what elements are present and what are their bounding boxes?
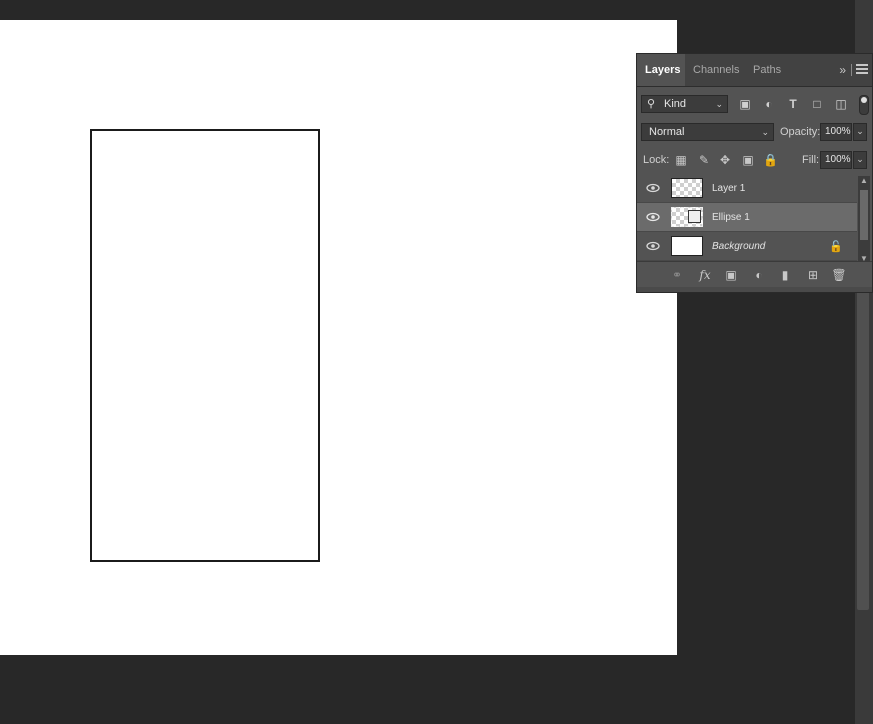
- tab-channels[interactable]: Channels: [685, 54, 747, 86]
- filter-toggle[interactable]: [859, 95, 869, 115]
- lock-label: Lock:: [643, 154, 670, 166]
- lock-row: Lock: ▦ ✎ ✥ ▣ 🔒 Fill: 100% ⌄: [637, 151, 872, 171]
- opacity-input[interactable]: 100%: [820, 123, 852, 141]
- lock-image-pixels-icon[interactable]: ✎: [697, 153, 711, 167]
- layer-row-selected[interactable]: Ellipse 1: [637, 203, 857, 232]
- layer-name[interactable]: Ellipse 1: [712, 203, 750, 232]
- lock-artboard-icon[interactable]: ▣: [741, 153, 755, 167]
- lock-icon[interactable]: 🔓: [829, 240, 843, 253]
- fill-label: Fill:: [802, 154, 820, 166]
- smart-object-filter-icon[interactable]: ◫: [834, 97, 848, 111]
- image-filter-icon[interactable]: ▣: [738, 97, 752, 111]
- layer-name[interactable]: Background: [712, 232, 765, 261]
- kind-filter-label: Kind: [664, 98, 687, 110]
- panel-tab-bar: Layers Channels Paths »: [637, 54, 872, 87]
- lock-transparency-icon[interactable]: ▦: [674, 153, 688, 167]
- fx-icon[interactable]: fx: [697, 267, 713, 283]
- rectangle-shape[interactable]: [90, 129, 320, 562]
- kind-filter-select[interactable]: ⚲ Kind ⌄: [641, 95, 728, 113]
- layer-thumbnail: [671, 207, 703, 227]
- eye-icon[interactable]: [646, 241, 660, 251]
- layers-scrollbar-thumb[interactable]: [860, 190, 868, 240]
- layer-row[interactable]: Layer 1: [637, 174, 857, 203]
- type-filter-icon[interactable]: T: [786, 97, 800, 111]
- fill-input[interactable]: 100%: [820, 151, 852, 169]
- panel-footer: ⚭ fx ▣ ◐ ▮ ⊞ 🗑: [637, 261, 872, 288]
- layer-thumbnail: [671, 236, 703, 256]
- panel-resize-grip[interactable]: [637, 287, 872, 292]
- document-canvas[interactable]: [0, 20, 677, 655]
- layer-row[interactable]: Background 🔓: [637, 232, 857, 261]
- link-layers-icon[interactable]: ⚭: [669, 267, 685, 283]
- layers-scrollbar[interactable]: ▲ ▼: [858, 176, 870, 263]
- adjustment-filter-icon[interactable]: ◐: [762, 97, 776, 111]
- tab-paths[interactable]: Paths: [745, 54, 789, 86]
- layer-thumbnail: [671, 178, 703, 198]
- opacity-dropdown-button[interactable]: ⌄: [853, 123, 867, 141]
- eye-icon[interactable]: [646, 183, 660, 193]
- vector-mask-icon: [688, 210, 701, 223]
- filter-row: ⚲ Kind ⌄ ▣ ◐ T □ ◫: [637, 95, 872, 115]
- opacity-label: Opacity:: [780, 126, 821, 138]
- group-folder-icon[interactable]: ▮: [777, 267, 793, 283]
- layer-name[interactable]: Layer 1: [712, 174, 745, 203]
- fill-dropdown-button[interactable]: ⌄: [853, 151, 867, 169]
- scroll-up-icon[interactable]: ▲: [858, 176, 870, 185]
- blend-row: Normal ⌄ Opacity: 100% ⌄: [637, 123, 872, 143]
- trash-icon[interactable]: 🗑: [831, 267, 847, 283]
- adjustment-layer-icon[interactable]: ◐: [751, 267, 767, 283]
- panel-menu-icon[interactable]: [856, 64, 868, 74]
- eye-icon[interactable]: [646, 212, 660, 222]
- workspace-scrollbar-thumb[interactable]: [857, 288, 869, 610]
- shape-filter-icon[interactable]: □: [810, 97, 824, 111]
- lock-all-icon[interactable]: 🔒: [763, 153, 778, 167]
- lock-position-icon[interactable]: ✥: [718, 153, 732, 167]
- search-icon: ⚲: [647, 98, 656, 110]
- blend-mode-value: Normal: [649, 126, 685, 138]
- tab-separator: [851, 64, 852, 76]
- add-mask-icon[interactable]: ▣: [723, 267, 739, 283]
- tab-layers[interactable]: Layers: [637, 54, 685, 86]
- chevron-down-icon: ⌄: [761, 127, 769, 137]
- layers-panel: Layers Channels Paths » ⚲ Kind ⌄ ▣ ◐ T □…: [636, 53, 873, 293]
- collapse-panel-icon[interactable]: »: [839, 63, 846, 77]
- chevron-down-icon: ⌄: [715, 99, 723, 109]
- blend-mode-select[interactable]: Normal ⌄: [641, 123, 774, 141]
- new-layer-icon[interactable]: ⊞: [805, 267, 821, 283]
- filter-toggle-knob: [861, 97, 867, 103]
